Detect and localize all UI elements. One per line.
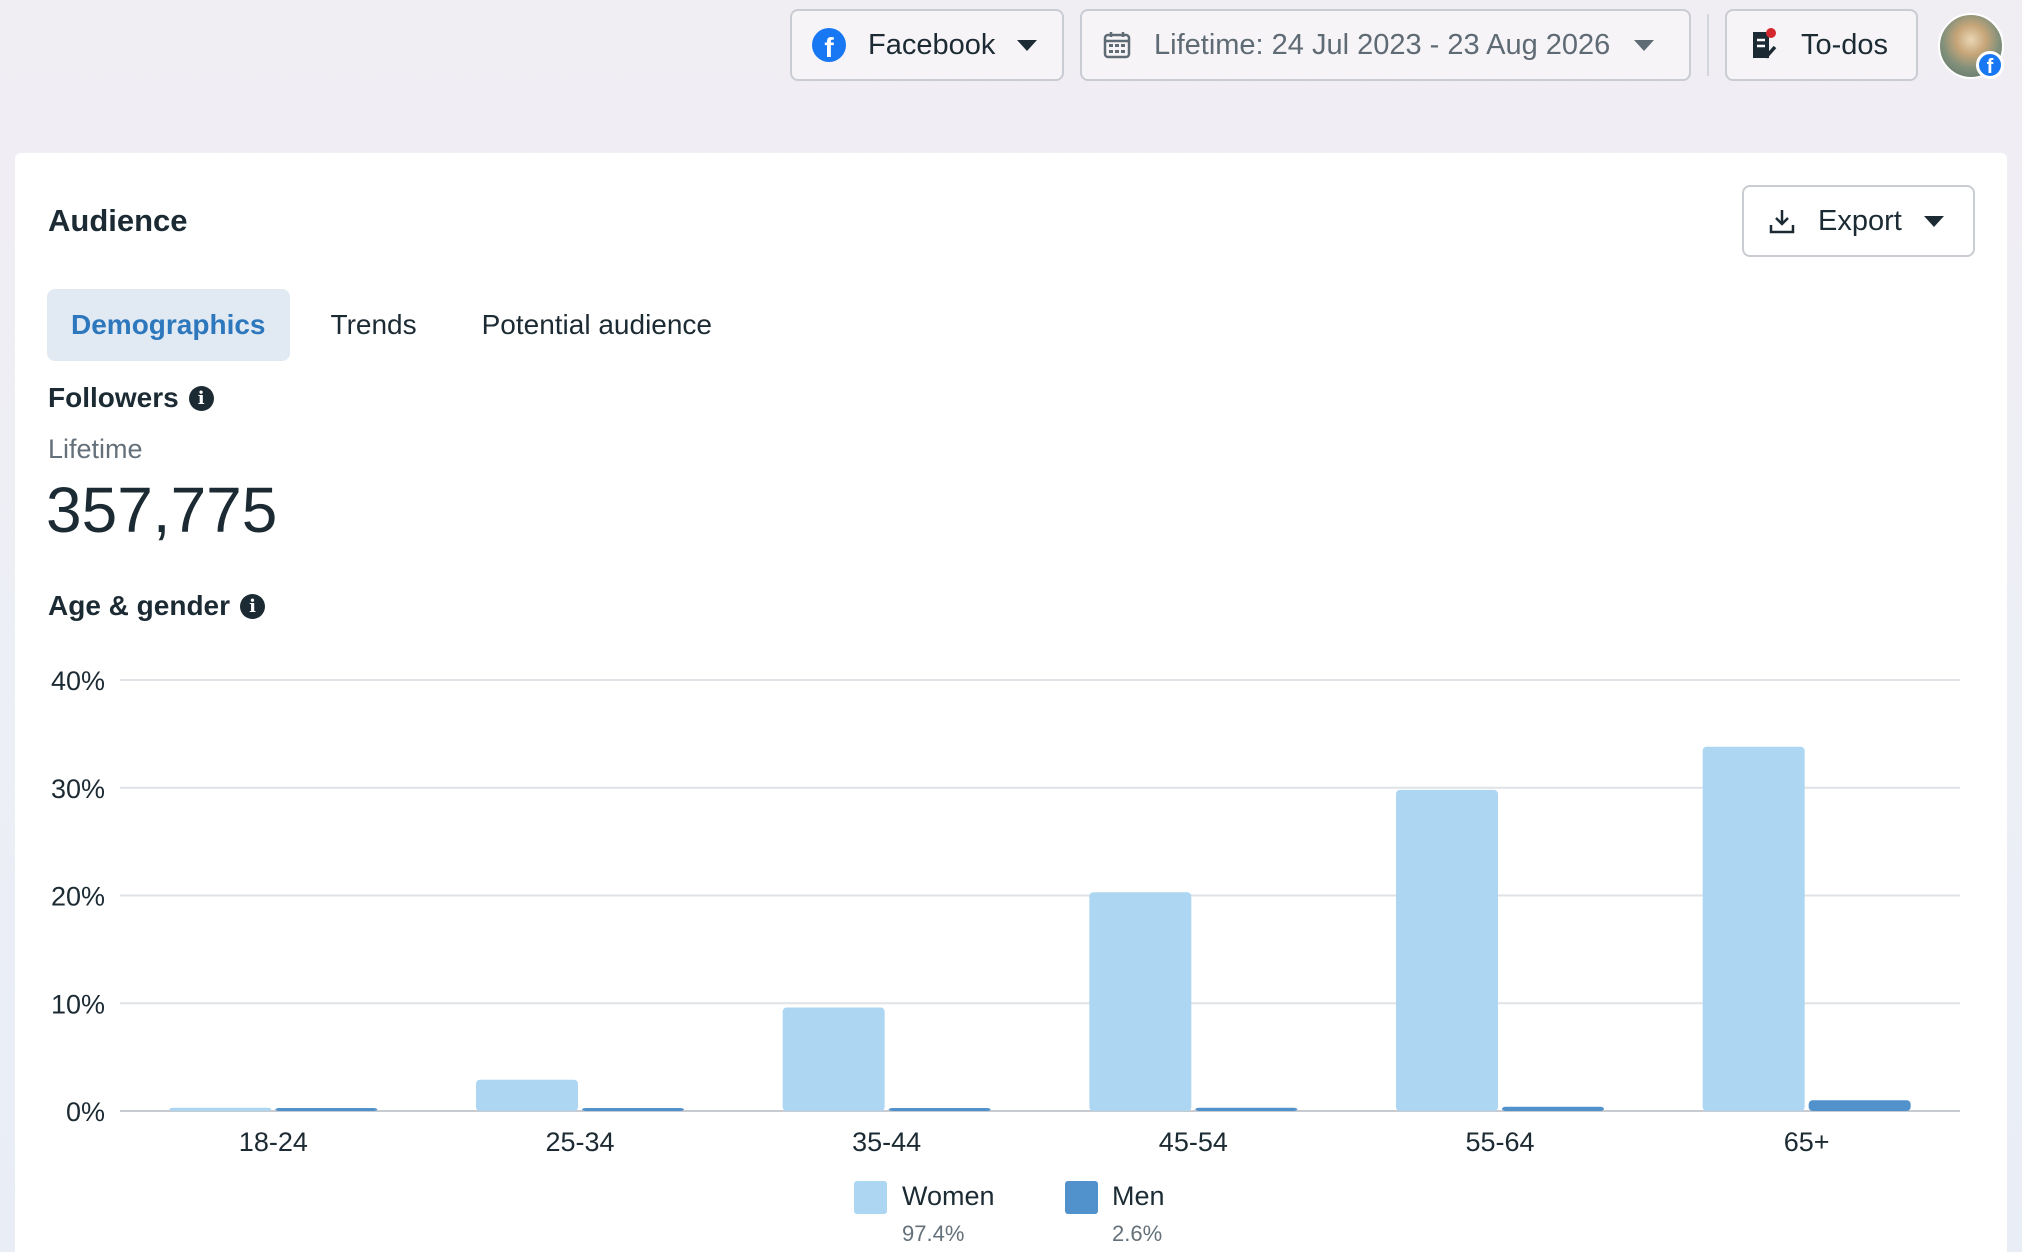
bar-men-65+[interactable] [1808,1100,1911,1111]
age-gender-chart: 0% 10% 20% 30% 40% 18-24 25-34 35-44 45-54 55-64 6… [51,666,1960,1157]
y-tick-label: 10% [51,989,105,1019]
y-tick-label: 0% [66,1097,105,1127]
divider [1707,14,1709,76]
legend-label-men: Men [1112,1181,1165,1211]
x-tick-label: 65+ [1784,1127,1830,1157]
legend-share-men: 2.6% [1112,1221,1163,1246]
x-tick-label: 55-64 [1465,1127,1534,1157]
facebook-icon: f [812,28,846,62]
legend-label-women: Women [902,1181,995,1211]
todos-button[interactable]: To-dos [1725,9,1918,81]
bar-men-25-34[interactable] [582,1108,684,1111]
date-range-label: Lifetime: 24 Jul 2023 - 23 Aug 2026 [1154,28,1611,61]
x-tick-label: 25-34 [545,1127,614,1157]
y-tick-label: 20% [51,882,105,912]
audience-card: Audience Export Demographics Trends Pote… [15,153,2007,1252]
bar-women-55-64[interactable] [1396,789,1498,1111]
chevron-down-icon [1634,39,1655,51]
x-tick-label: 35-44 [852,1127,921,1157]
calendar-icon [1103,32,1131,59]
bar-women-18-24[interactable] [169,1107,272,1111]
y-tick-label: 30% [51,774,105,804]
facebook-icon: f [1976,51,2004,79]
legend-swatch-men [1065,1181,1098,1214]
date-range-button[interactable]: Lifetime: 24 Jul 2023 - 23 Aug 2026 [1080,9,1691,81]
legend-swatch-women [854,1181,887,1214]
platform-selector-label: Facebook [868,28,996,61]
bar-men-55-64[interactable] [1502,1106,1604,1111]
legend-share-women: 97.4% [902,1221,965,1246]
todos-label: To-dos [1801,28,1889,61]
bar-women-35-44[interactable] [782,1007,885,1111]
top-bar: f Facebook Lifetime: 24 Jul 2023 - 23 Au… [0,0,2022,152]
y-tick-label: 40% [51,666,105,696]
todo-list-icon [1753,28,1777,59]
x-tick-label: 45-54 [1159,1127,1228,1157]
bar-women-25-34[interactable] [476,1079,578,1111]
platform-selector-button[interactable]: f Facebook [790,9,1064,81]
chevron-down-icon [1017,39,1038,51]
bar-women-45-54[interactable] [1089,892,1192,1111]
bar-men-45-54[interactable] [1195,1107,1298,1111]
bar-women-65+[interactable] [1702,746,1805,1111]
bar-men-35-44[interactable] [888,1108,991,1111]
x-tick-label: 18-24 [239,1127,308,1157]
bar-men-18-24[interactable] [275,1108,378,1111]
